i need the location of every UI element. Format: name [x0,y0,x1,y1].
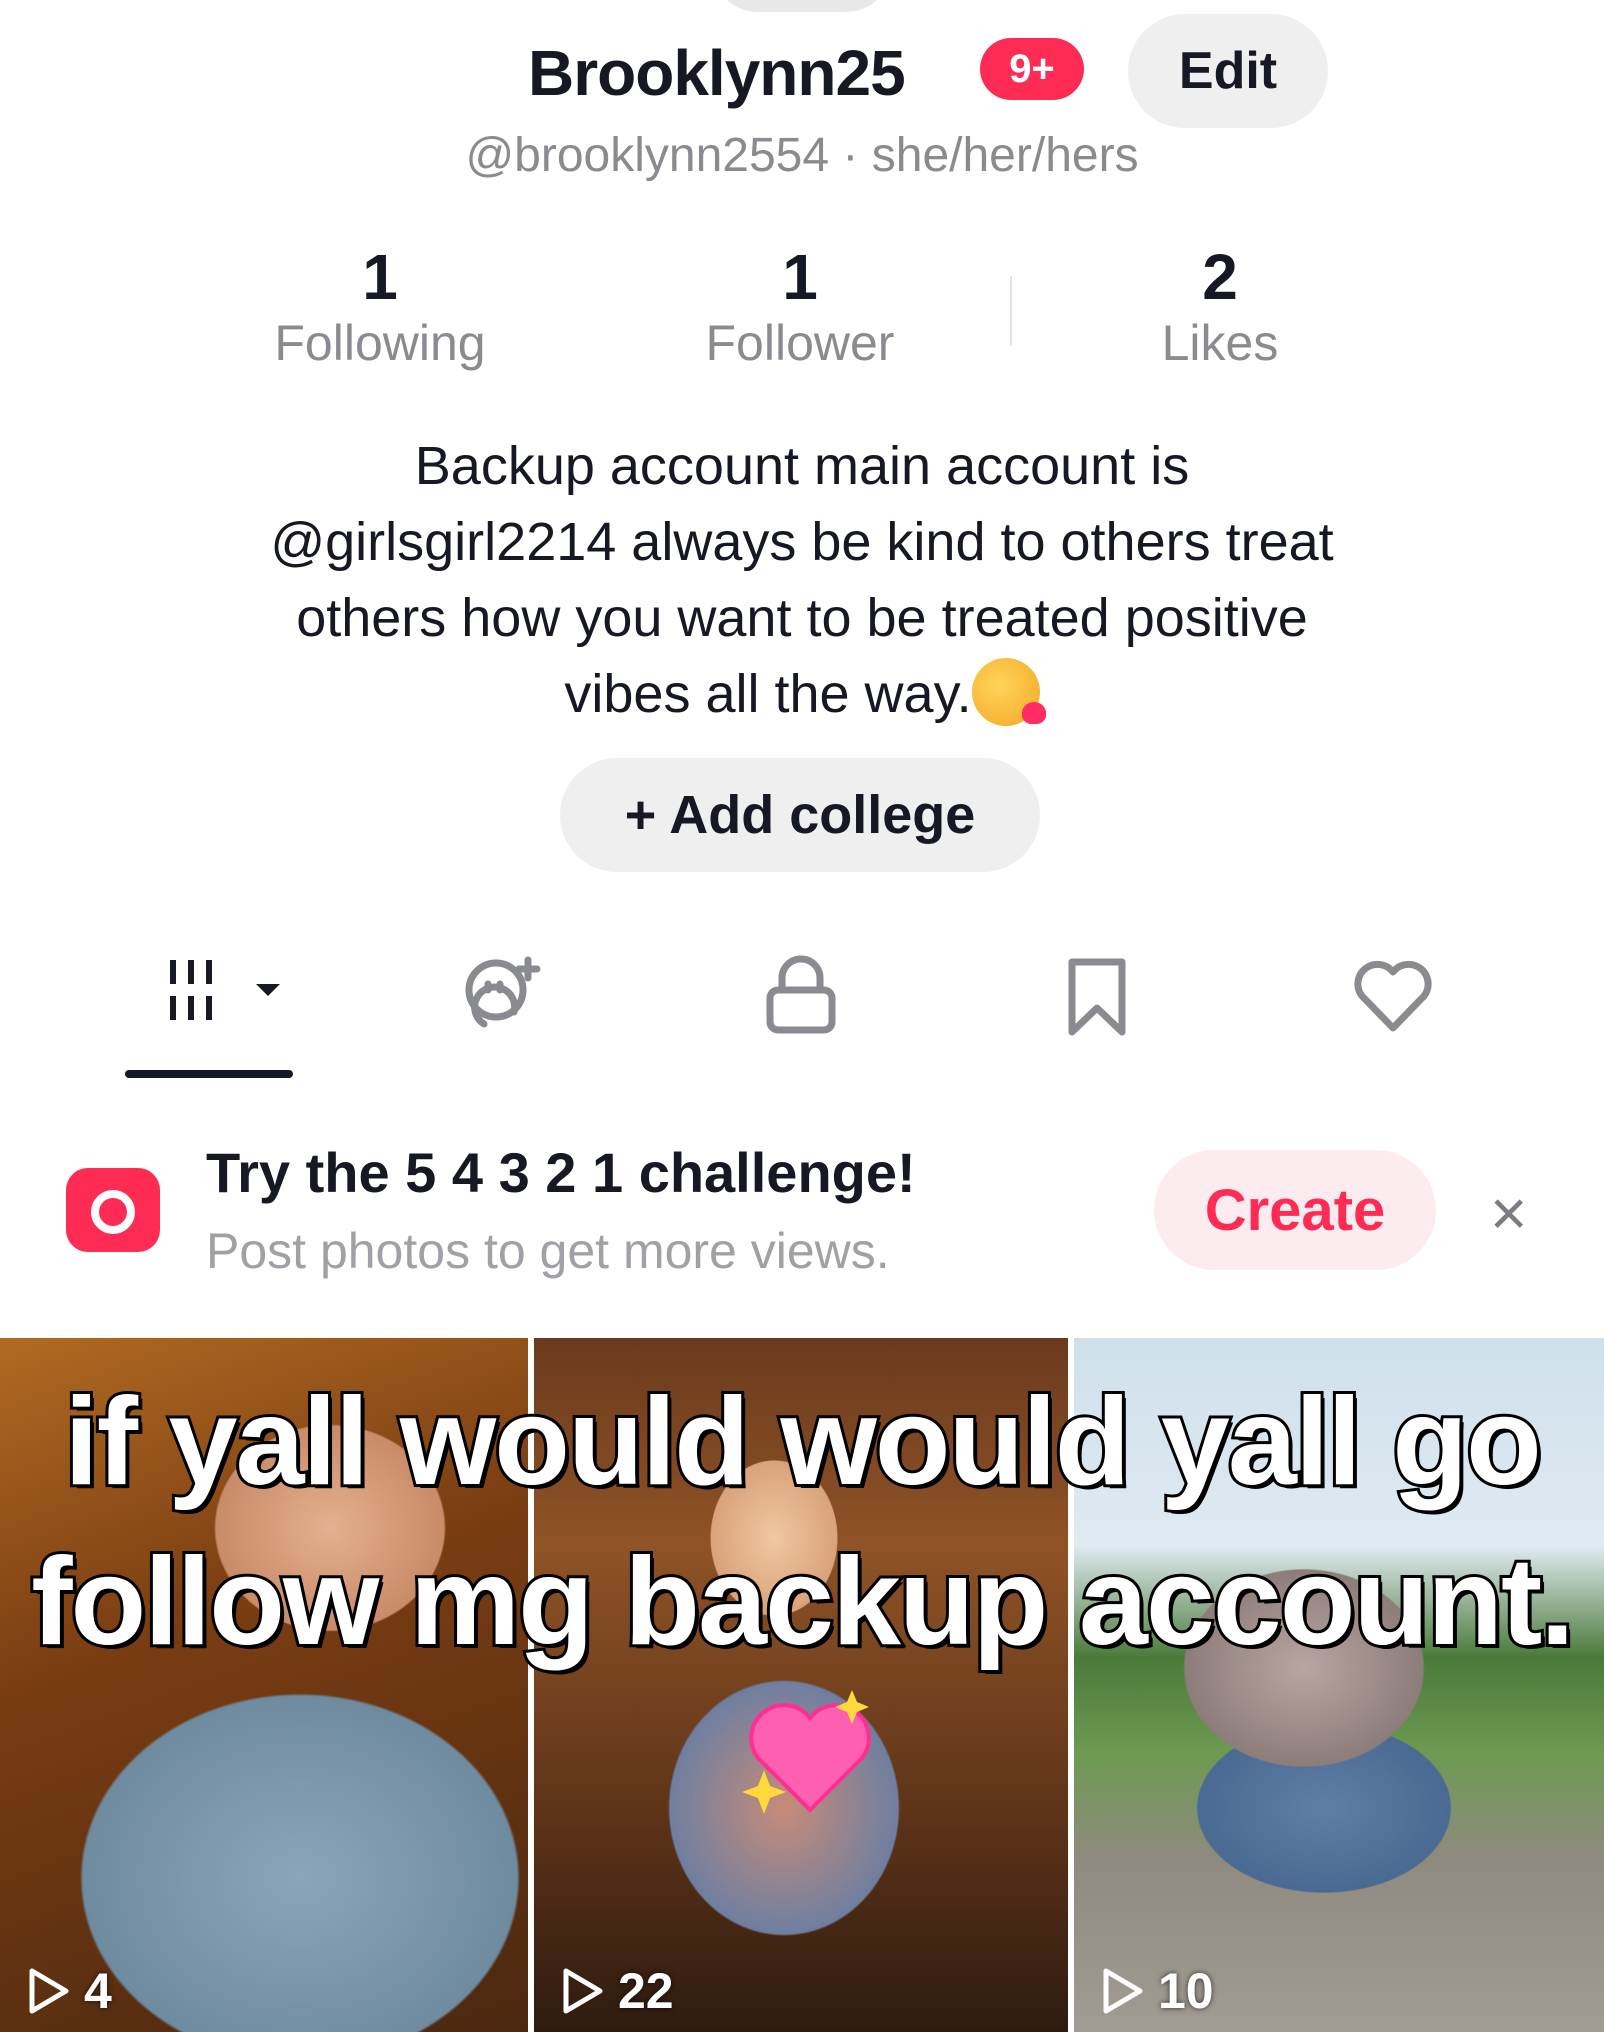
tab-liked[interactable] [1348,950,1438,1040]
stat-label: Follower [705,315,895,371]
view-count: 4 [26,1962,112,2020]
kiss-emoji-icon [971,658,1046,726]
bookmark-icon [1068,958,1126,1036]
stat-value: 2 [1202,241,1238,313]
stat-followers[interactable]: 1 Follower [640,240,960,372]
grid-icon [170,960,280,1020]
create-button[interactable]: Create [1154,1150,1436,1270]
sparkling-heart-icon [740,1686,880,1820]
view-count: 22 [560,1962,674,2020]
close-icon[interactable]: × [1490,1176,1527,1250]
profile-bio: Backup account main account is @girlsgir… [160,428,1444,732]
tab-videos[interactable] [160,950,280,1040]
handle-line: @brooklynn2554 · she/her/hers [0,128,1604,183]
stat-label: Likes [1161,315,1279,371]
play-icon [1103,1968,1143,2014]
view-count-value: 22 [618,1963,674,2019]
handle-separator: · [842,129,859,182]
profile-pronouns: she/her/hers [871,129,1139,182]
bio-line: others how you want to be treated positi… [296,588,1308,648]
tab-active-indicator [125,1070,293,1078]
overlay-caption: if yall would would yall go follow mg ba… [0,1362,1604,1682]
reposts-icon [465,956,541,1028]
bio-line: @girlsgirl2214 always be kind to others … [270,512,1334,572]
stat-following[interactable]: 1 Following [220,240,540,372]
tab-private[interactable] [756,950,846,1040]
bio-line: Backup account main account is [414,436,1190,496]
lock-icon [766,955,836,1034]
add-college-button[interactable]: + Add college [560,758,1040,872]
notification-badge[interactable]: 9+ [980,38,1084,100]
bio-line-last: vibes all the way. [160,656,1444,732]
tab-favorites[interactable] [1052,950,1142,1040]
bio-line: vibes all the way. [564,664,972,724]
camera-icon [66,1168,160,1252]
view-count-value: 10 [1158,1963,1214,2019]
view-count-value: 4 [84,1963,112,2019]
caption-line: follow mg backup account. [28,1530,1577,1674]
heart-icon [1354,960,1432,1032]
profile-handle: @brooklynn2554 [465,129,830,182]
avatar[interactable] [712,0,892,12]
challenge-subtitle: Post photos to get more views. [206,1223,890,1279]
edit-profile-button[interactable]: Edit [1128,14,1328,128]
stat-likes[interactable]: 2 Likes [1060,240,1380,372]
play-icon [29,1968,69,2014]
view-count: 10 [1100,1962,1214,2020]
stat-label: Following [274,315,486,371]
stat-value: 1 [362,241,398,313]
stat-divider [1010,276,1012,346]
caption-line: if yall would would yall go [61,1370,1544,1514]
play-icon [563,1968,603,2014]
stat-value: 1 [782,241,818,313]
challenge-title: Try the 5 4 3 2 1 challenge! [206,1141,916,1204]
profile-username: Brooklynn25 [528,37,906,109]
tab-reposts[interactable] [456,950,546,1040]
